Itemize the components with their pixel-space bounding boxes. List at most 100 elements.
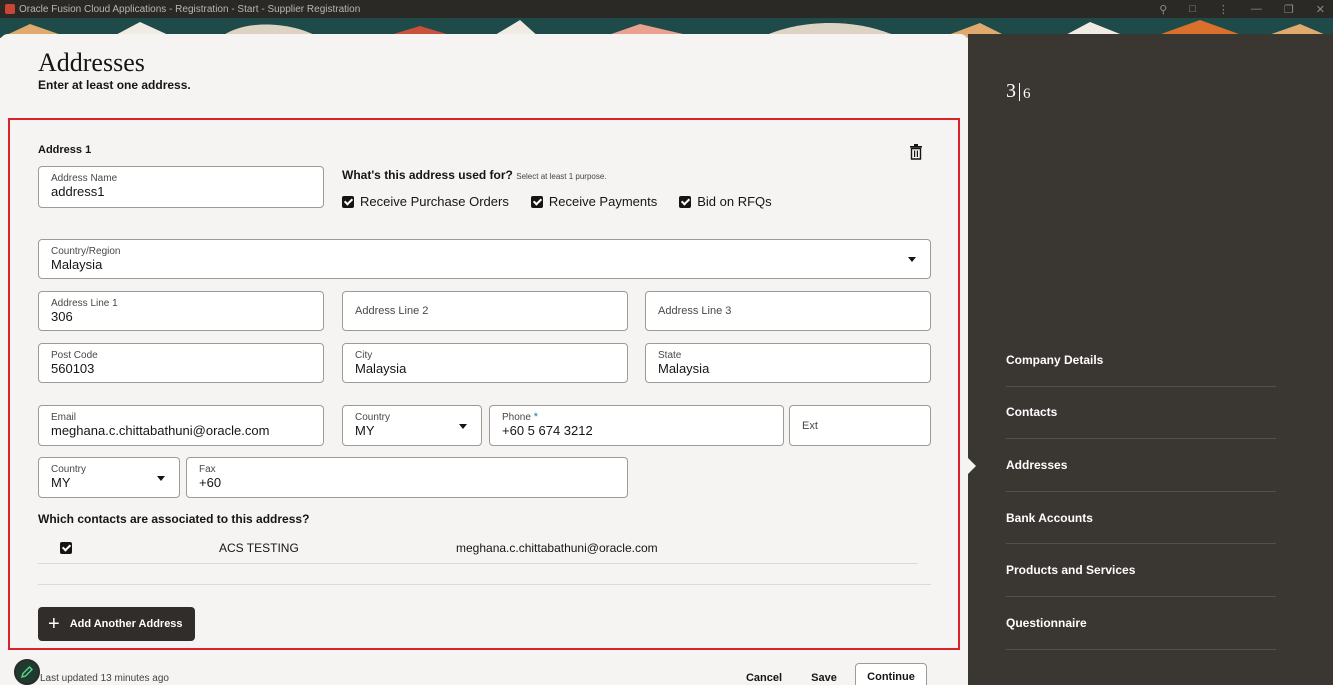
window-controls: ⚲ □ ⋮ — ❐ ✕: [1159, 0, 1325, 18]
delete-address-icon[interactable]: [909, 144, 923, 160]
purpose-receive-payments-label: Receive Payments: [548, 194, 658, 209]
purpose-options: Receive Purchase Orders Receive Payments…: [342, 194, 772, 209]
continue-button[interactable]: Continue: [855, 663, 927, 685]
address-line1-label: Address Line 1: [51, 298, 118, 309]
active-step-arrow-icon: [968, 458, 976, 474]
phone-label-row: Phone *: [502, 411, 771, 424]
phone-field[interactable]: Phone * +60 5 674 3212: [489, 405, 784, 446]
state-value: Malaysia: [658, 361, 710, 376]
fax-label: Fax: [199, 464, 216, 475]
address-line1-field[interactable]: Address Line 1 306: [38, 291, 324, 331]
plus-icon: +: [48, 613, 60, 635]
address-name-label: Address Name: [51, 173, 118, 184]
nav-item-products-and-services[interactable]: Products and Services: [1006, 544, 1276, 597]
fax-field[interactable]: Fax +60: [186, 457, 628, 498]
window-title-bar: Oracle Fusion Cloud Applications - Regis…: [0, 0, 1333, 18]
checkbox-checked[interactable]: [530, 195, 543, 208]
phone-country-label: Country: [355, 412, 391, 423]
address-line2-field[interactable]: Address Line 2: [342, 291, 628, 331]
fax-country-label: Country: [51, 464, 87, 475]
phone-label: Phone: [502, 412, 531, 423]
phone-country-select[interactable]: Country MY: [342, 405, 482, 446]
post-code-label: Post Code: [51, 350, 98, 361]
contact-name: ACS TESTING: [219, 541, 299, 555]
table-row: ACS TESTING meghana.c.chittabathuni@orac…: [38, 532, 918, 564]
save-button[interactable]: Save: [804, 666, 844, 685]
checkbox-checked[interactable]: [679, 195, 692, 208]
zoom-icon[interactable]: ⚲: [1159, 3, 1167, 16]
minimize-icon[interactable]: —: [1251, 3, 1262, 15]
city-field[interactable]: City Malaysia: [342, 343, 628, 383]
nav-item-contacts[interactable]: Contacts: [1006, 387, 1276, 440]
add-another-address-label: Add Another Address: [69, 618, 183, 630]
email-value: meghana.c.chittabathuni@oracle.com: [51, 423, 270, 438]
step-current: 3: [1006, 80, 1016, 102]
last-updated-text: Last updated 13 minutes ago: [40, 673, 169, 684]
fax-country-value: MY: [51, 475, 71, 490]
address-line3-field[interactable]: Address Line 3: [645, 291, 931, 331]
progress-side-panel: 3 6 Company Details Contacts Addresses B…: [968, 34, 1333, 685]
page-title: Addresses: [38, 48, 145, 77]
registration-steps-nav: Company Details Contacts Addresses Bank …: [1006, 334, 1276, 650]
country-region-select[interactable]: Country/Region Malaysia: [38, 239, 931, 279]
step-indicator: 3 6: [1006, 80, 1031, 103]
contact-email: meghana.c.chittabathuni@oracle.com: [456, 541, 658, 555]
state-field[interactable]: State Malaysia: [645, 343, 931, 383]
ext-field[interactable]: Ext: [789, 405, 931, 446]
address-heading: Address 1: [38, 144, 92, 156]
purpose-hint: Select at least 1 purpose.: [516, 172, 607, 181]
chevron-down-icon[interactable]: [157, 475, 165, 481]
purpose-question-text: What's this address used for?: [342, 168, 513, 182]
nav-item-addresses[interactable]: Addresses: [1006, 439, 1276, 492]
address-name-value: address1: [51, 184, 105, 199]
app-icon: [5, 4, 15, 14]
window-title: Oracle Fusion Cloud Applications - Regis…: [19, 3, 361, 15]
add-another-address-button[interactable]: + Add Another Address: [38, 607, 195, 641]
email-field[interactable]: Email meghana.c.chittabathuni@oracle.com: [38, 405, 324, 446]
purpose-receive-payments[interactable]: Receive Payments: [530, 194, 658, 209]
city-value: Malaysia: [355, 361, 407, 376]
nav-item-bank-accounts[interactable]: Bank Accounts: [1006, 492, 1276, 545]
fax-country-select[interactable]: Country MY: [38, 457, 180, 498]
address-line3-placeholder: Address Line 3: [658, 305, 732, 317]
more-options-icon[interactable]: ⋮: [1218, 3, 1229, 16]
ext-placeholder: Ext: [802, 419, 818, 432]
phone-value: +60 5 674 3212: [502, 423, 593, 438]
address-line2-placeholder: Address Line 2: [355, 305, 429, 317]
purpose-receive-po[interactable]: Receive Purchase Orders: [342, 194, 509, 209]
restore-icon[interactable]: ❐: [1284, 3, 1294, 16]
purpose-question: What's this address used for? Select at …: [342, 168, 607, 182]
main-content: Addresses Enter at least one address. Ad…: [0, 34, 968, 685]
cancel-button[interactable]: Cancel: [740, 666, 788, 685]
step-total: 6: [1023, 86, 1031, 102]
fax-value: +60: [199, 475, 222, 490]
required-mark: *: [533, 411, 538, 423]
email-label: Email: [51, 412, 77, 423]
page-subtitle: Enter at least one address.: [38, 78, 191, 92]
contacts-question: Which contacts are associated to this ad…: [38, 512, 310, 526]
address-line1-value: 306: [51, 309, 73, 324]
address-name-field[interactable]: Address Name address1: [38, 166, 324, 208]
nav-item-company-details[interactable]: Company Details: [1006, 334, 1276, 387]
divider: [38, 584, 931, 585]
chevron-down-icon[interactable]: [908, 257, 916, 262]
state-label: State: [658, 350, 682, 361]
purpose-bid-rfq-label: Bid on RFQs: [697, 194, 772, 209]
country-region-label: Country/Region: [51, 246, 121, 257]
phone-country-value: MY: [355, 423, 375, 438]
checkbox-checked[interactable]: [342, 195, 354, 208]
contact-checkbox[interactable]: [60, 542, 72, 554]
chevron-down-icon[interactable]: [459, 423, 467, 429]
purpose-receive-po-label: Receive Purchase Orders: [360, 194, 509, 209]
post-code-value: 560103: [51, 361, 95, 376]
step-separator: [1019, 83, 1020, 101]
pencil-icon: [20, 666, 33, 679]
purpose-bid-rfq[interactable]: Bid on RFQs: [679, 194, 772, 209]
nav-item-questionnaire[interactable]: Questionnaire: [1006, 597, 1276, 650]
close-icon[interactable]: ✕: [1316, 3, 1325, 16]
city-label: City: [355, 350, 373, 361]
post-code-field[interactable]: Post Code 560103: [38, 343, 324, 383]
extensions-icon[interactable]: □: [1189, 3, 1196, 15]
country-region-value: Malaysia: [51, 257, 103, 272]
edit-avatar[interactable]: [14, 659, 40, 685]
